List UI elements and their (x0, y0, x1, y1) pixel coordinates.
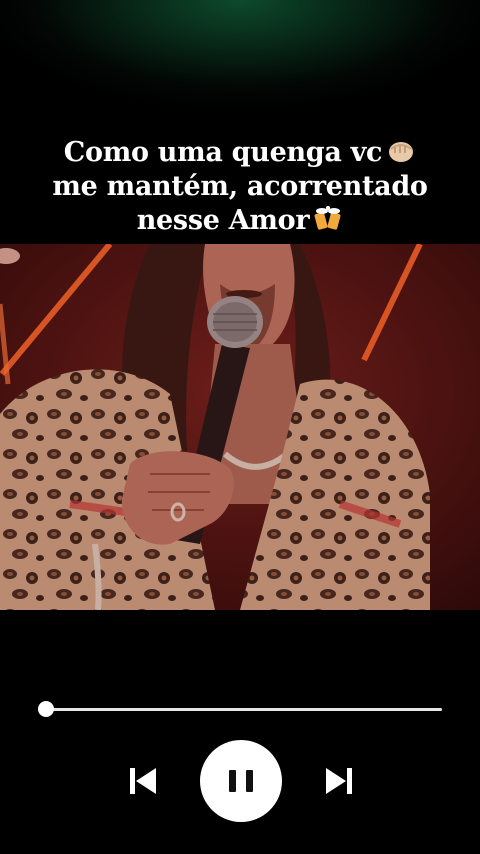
previous-button[interactable] (126, 764, 162, 798)
pause-icon-right-bar (246, 770, 253, 792)
progress-track[interactable] (46, 708, 442, 711)
progress-thumb[interactable] (38, 701, 54, 717)
caption-line-2: me mantém, acorrentado (52, 171, 428, 202)
fist-bump-emoji-icon (389, 142, 414, 162)
video-player-screen: Como uma quenga vc me mantém, acorrentad… (0, 0, 480, 854)
lyric-caption: Como uma quenga vc me mantém, acorrentad… (10, 136, 470, 238)
beer-mugs-emoji-icon (314, 206, 341, 230)
player-controls (0, 610, 480, 854)
skip-previous-icon (130, 768, 156, 794)
video-frame[interactable] (0, 244, 480, 610)
caption-line-3: nesse Amor (10, 204, 470, 238)
pause-icon-left-bar (229, 770, 236, 792)
caption-line-1: Como uma quenga vc (10, 136, 470, 170)
video-scene-illustration (0, 244, 480, 610)
pause-button[interactable] (200, 740, 282, 822)
skip-next-icon (326, 768, 352, 794)
top-gradient-background (0, 0, 480, 130)
next-button[interactable] (320, 764, 356, 798)
